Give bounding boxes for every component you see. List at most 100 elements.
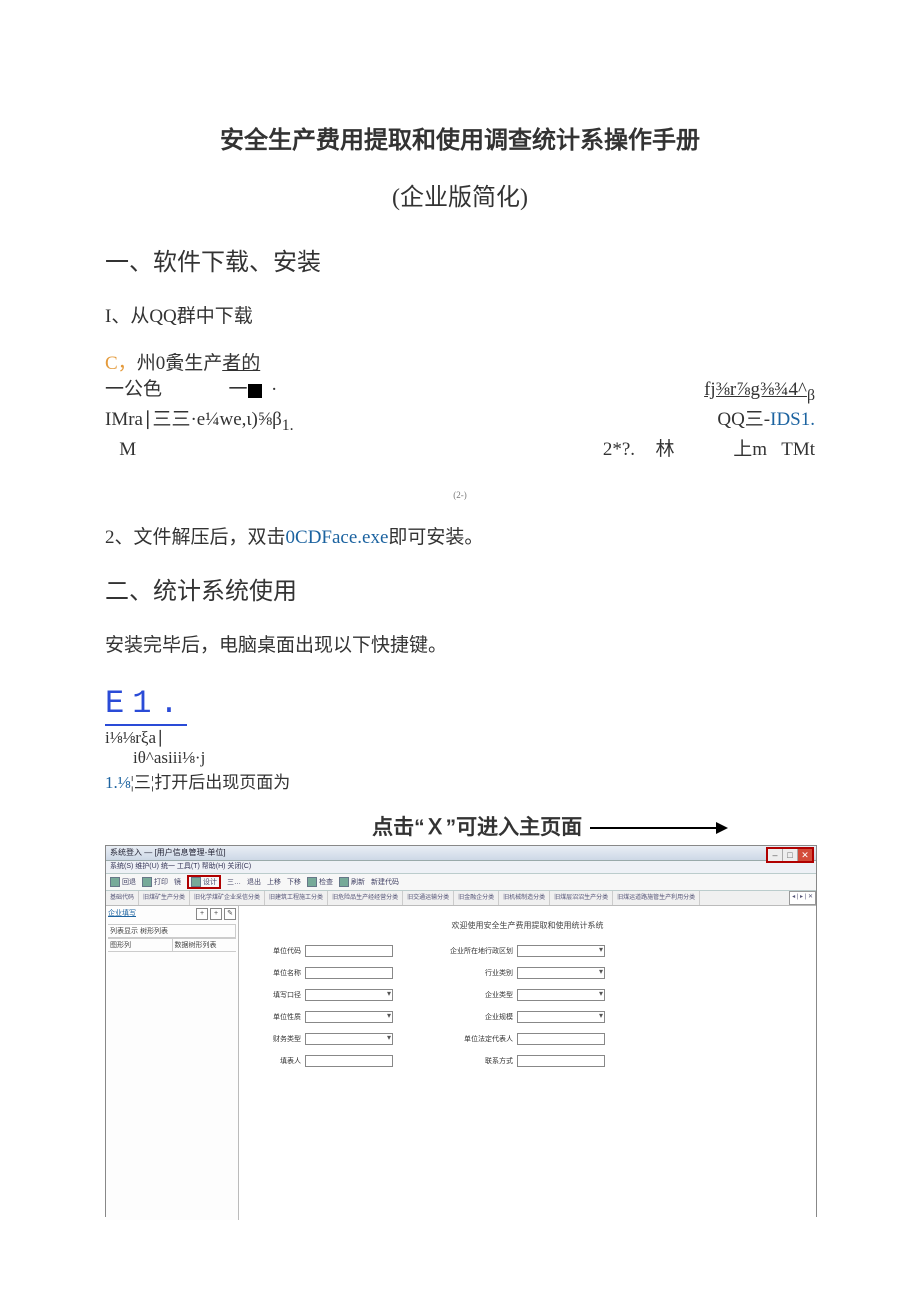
app-menubar[interactable]: 系统(S) 维护(U) 统一 工具(T) 帮助(H) 关闭(C) <box>106 861 816 874</box>
form-title: 欢迎使用安全生产费用提取和使用统计系统 <box>251 920 804 931</box>
app-main-panel: 欢迎使用安全生产费用提取和使用统计系统 单位代码 企业所在地行政区划 单位名称 … <box>239 906 816 1220</box>
input-contact[interactable] <box>517 1055 605 1067</box>
tool-up[interactable]: 上移 <box>267 877 281 887</box>
tab-item[interactable]: 旧化学煤矿企业采信分类 <box>190 891 265 905</box>
side-col2b: 数据树形列表 <box>173 939 237 951</box>
row3-up: 上m <box>733 439 767 460</box>
label-filler: 填表人 <box>251 1056 301 1066</box>
garbled-row-2: IMra∣三三·e¼we,ι)⅝β1. QQ三-IDS1. <box>105 407 815 437</box>
tool-exit[interactable]: 退出 <box>247 877 261 887</box>
form-row: 单位代码 企业所在地行政区划 <box>251 945 804 957</box>
tab-item[interactable]: 旧煤运道路施管生产利用分类 <box>613 891 700 905</box>
label-fintype: 财务类型 <box>251 1034 301 1044</box>
input-legal[interactable] <box>517 1033 605 1045</box>
shortcut-icon-label: E1. <box>105 685 187 726</box>
minimize-button[interactable]: – <box>768 849 782 861</box>
section1-heading: 一、软件下载、安装 <box>105 242 815 277</box>
form-row: 单位名称 行业类别 <box>251 967 804 979</box>
garbled-line-c: C，州0夤生产者的 <box>105 348 815 375</box>
select-scope[interactable] <box>305 989 393 1001</box>
input-filler[interactable] <box>305 1055 393 1067</box>
callout-text: 点击“Ｘ”可进入主页面 <box>285 811 815 841</box>
row1-dot: · <box>271 379 277 400</box>
row2-left: IMra∣三三·e¼we,ι)⅝β <box>105 409 282 430</box>
label-unit-name: 单位名称 <box>251 968 301 978</box>
label-legal: 单位法定代表人 <box>433 1034 513 1044</box>
tool-down[interactable]: 下移 <box>287 877 301 887</box>
arrow-icon <box>588 817 728 839</box>
row2-right-b: IDS1. <box>770 409 815 430</box>
gear-icon <box>191 877 201 887</box>
side-tool-3[interactable]: ✎ <box>224 908 236 920</box>
section1-item2: 2、文件解压后，双击0CDFace.exe即可安装。 <box>105 522 815 549</box>
row3-tmt: TMt <box>781 439 815 460</box>
tab-nav[interactable]: ◂ | ▸ | ✕ <box>789 891 816 905</box>
app-sidebar: 企业填写 + + ✎ 列表显示 树形列表 图形列 数据树形列表 <box>106 906 239 1220</box>
tool-refresh[interactable]: 刷新 <box>339 877 365 887</box>
sidebar-tools: + + ✎ <box>196 908 236 920</box>
refresh-icon <box>339 877 349 887</box>
label-scope: 填写口径 <box>251 990 301 1000</box>
row2-leftsub: 1. <box>282 417 294 434</box>
open-c: 打开后出现页面为 <box>154 773 290 792</box>
garbled-c-link: 者的 <box>222 353 260 374</box>
garbled-row-1: 一公色 一 · fj⅜r⅞g⅜¾4^β <box>105 377 815 407</box>
garbled-row-3: M 2*?. 林 上m TMt <box>105 437 815 464</box>
doc-subtitle: (企业版简化) <box>105 177 815 212</box>
close-button[interactable]: ✕ <box>797 849 812 861</box>
select-region[interactable] <box>517 945 605 957</box>
tool-mirror[interactable]: 镜 <box>174 877 181 887</box>
select-nature[interactable] <box>305 1011 393 1023</box>
tool-newcode[interactable]: 新建代码 <box>371 877 399 887</box>
app-title-text: 系统登入 — [用户信息管理-单位] <box>110 847 226 858</box>
row1-right-link: fj⅜r⅞g⅜¾4^ <box>704 379 807 400</box>
tab-item[interactable]: 旧煤层沼沼生产分类 <box>550 891 613 905</box>
tab-item[interactable]: 旧建筑工程施工分类 <box>265 891 328 905</box>
orange-c: C， <box>105 353 137 374</box>
sidebar-link[interactable]: 企业填写 <box>108 908 136 922</box>
garbled-shortcut-1: i⅛⅛rξa∣ <box>105 728 815 748</box>
black-square-icon <box>248 384 262 398</box>
label-nature: 单位性质 <box>251 1012 301 1022</box>
tab-item[interactable]: 旧交通运输分类 <box>403 891 454 905</box>
tool-design-highlighted[interactable]: 设计 <box>187 875 221 889</box>
label-contact: 联系方式 <box>433 1056 513 1066</box>
side-tool-1[interactable]: + <box>196 908 208 920</box>
window-controls[interactable]: – □ ✕ <box>766 847 814 863</box>
tab-item[interactable]: 旧机械制造分类 <box>499 891 550 905</box>
form-row: 财务类型 单位法定代表人 <box>251 1033 804 1045</box>
input-unit-name[interactable] <box>305 967 393 979</box>
tab-item[interactable]: 旧危险品生产经经营分类 <box>328 891 403 905</box>
page-mid-mark: (2-) <box>105 490 815 500</box>
select-ent-type[interactable] <box>517 989 605 1001</box>
item2-c: 即可安装。 <box>388 527 483 548</box>
tool-check[interactable]: 检查 <box>307 877 333 887</box>
label-scale: 企业规模 <box>433 1012 513 1022</box>
row3-m: M <box>119 439 136 460</box>
label-region: 企业所在地行政区划 <box>433 946 513 956</box>
input-unit-code[interactable] <box>305 945 393 957</box>
side-col1b: 树形列表 <box>140 928 168 935</box>
label-unit-code: 单位代码 <box>251 946 301 956</box>
select-fintype[interactable] <box>305 1033 393 1045</box>
open-line: 1.⅛¦三¦打开后出现页面为 <box>105 768 815 793</box>
print-icon <box>142 877 152 887</box>
app-titlebar: 系统登入 — [用户信息管理-单位] – □ ✕ <box>106 846 816 861</box>
tab-item[interactable]: 旧金融企分类 <box>454 891 499 905</box>
tab-item[interactable]: 旧煤矿生产分类 <box>139 891 190 905</box>
tab-item[interactable]: 基础代码 <box>106 891 139 905</box>
tool-back[interactable]: 回退 <box>110 877 136 887</box>
section1-item1: I、从QQ群中下载 <box>105 301 815 328</box>
select-industry[interactable] <box>517 967 605 979</box>
app-window: 系统登入 — [用户信息管理-单位] – □ ✕ 系统(S) 维护(U) 统一 … <box>105 845 817 1217</box>
maximize-button[interactable]: □ <box>782 849 797 861</box>
row3-mid: 2*?. <box>535 437 635 464</box>
side-col2a: 图形列 <box>108 939 173 951</box>
exe-name: 0CDFace.exe <box>286 527 389 548</box>
section2-intro: 安装完毕后，电脑桌面出现以下快捷键。 <box>105 630 815 657</box>
side-tool-2[interactable]: + <box>210 908 222 920</box>
tool-print[interactable]: 打印 <box>142 877 168 887</box>
tool-more[interactable]: 三… <box>227 877 241 887</box>
garbled-shortcut-2: iθ^asiii⅛·j <box>133 748 815 768</box>
select-scale[interactable] <box>517 1011 605 1023</box>
